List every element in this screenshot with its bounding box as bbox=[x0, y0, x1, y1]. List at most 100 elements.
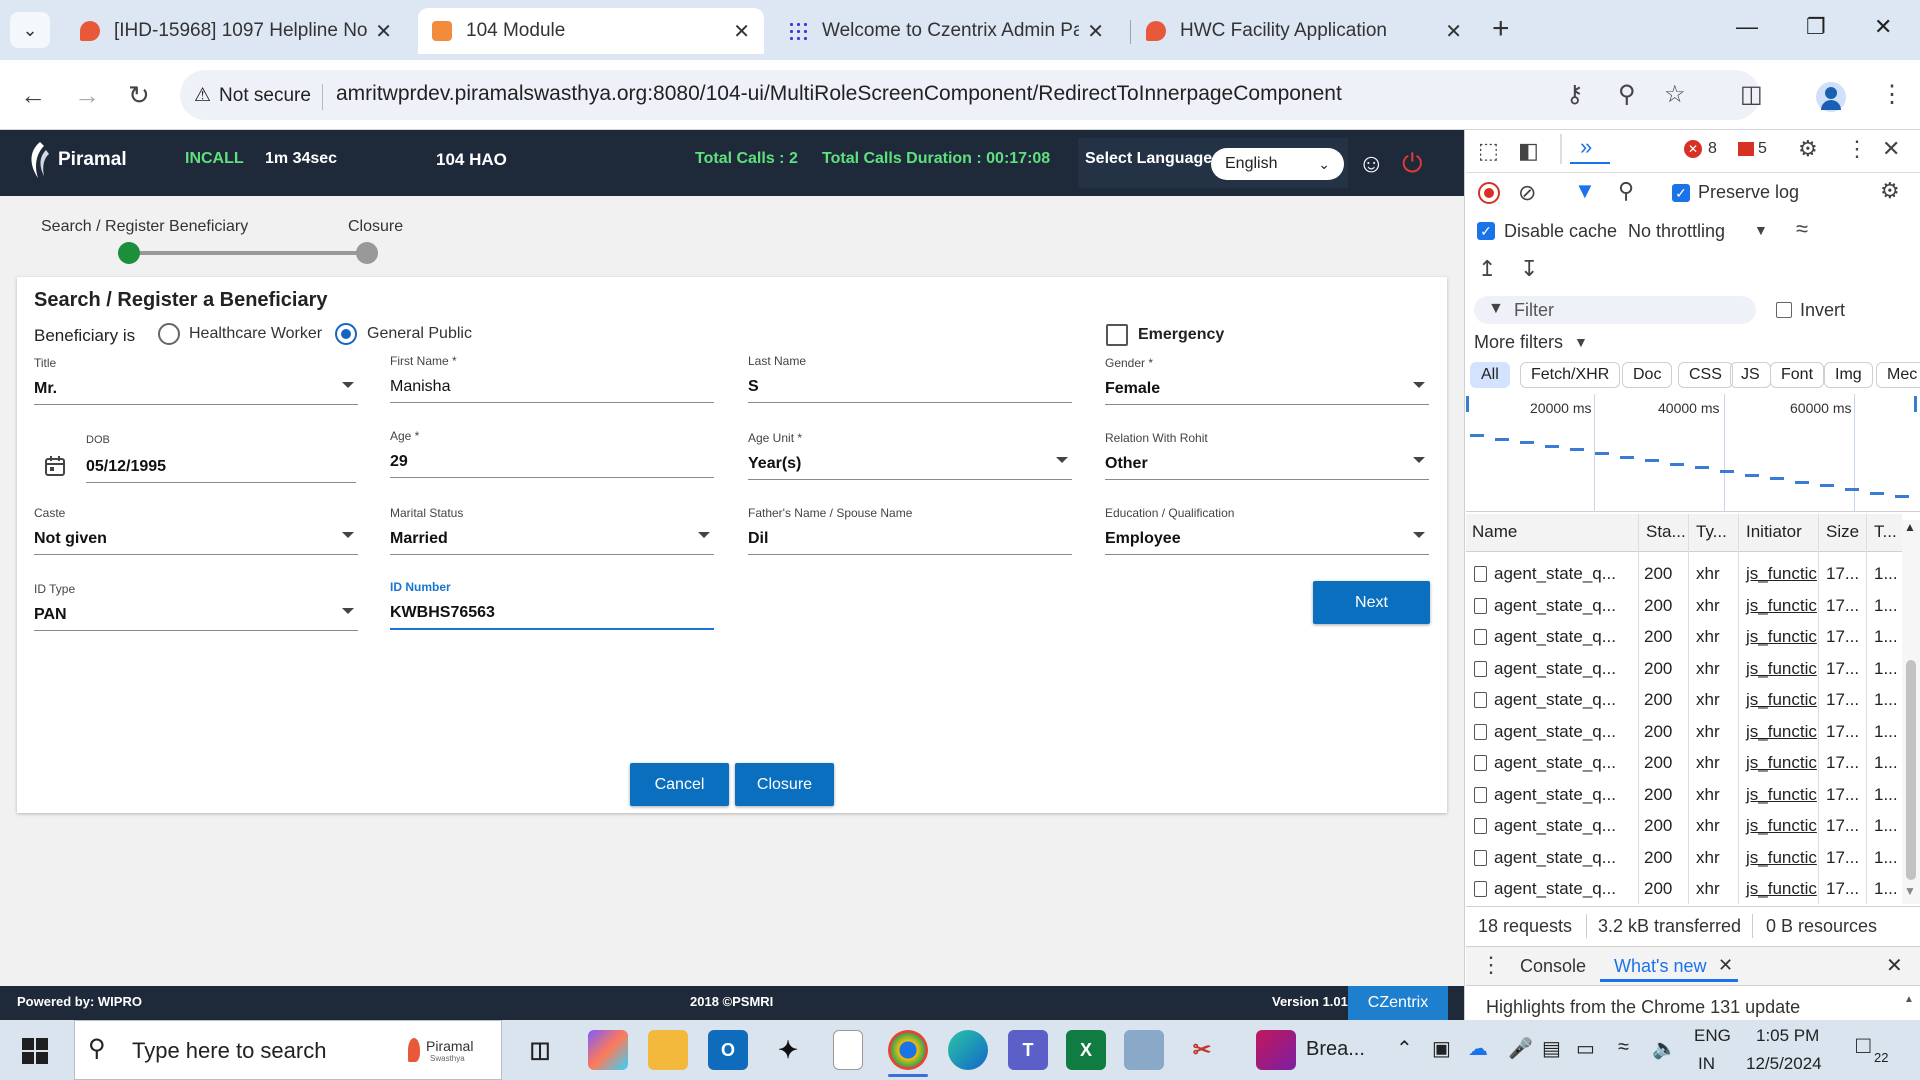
scroll-down-icon[interactable]: ▼ bbox=[1904, 884, 1916, 898]
disable-cache-checkbox[interactable]: ✓ bbox=[1477, 222, 1495, 240]
input-language-top[interactable]: ENG bbox=[1694, 1026, 1731, 1046]
battery-icon[interactable]: ▭ bbox=[1576, 1036, 1595, 1061]
timeline-left-handle[interactable] bbox=[1466, 396, 1469, 412]
devtools-menu-icon[interactable]: ⋮ bbox=[1846, 136, 1868, 162]
age-unit-select[interactable]: Age Unit * Year(s) bbox=[748, 431, 1072, 493]
network-settings-gear-icon[interactable]: ⚙ bbox=[1880, 178, 1900, 204]
radio-healthcare-worker[interactable] bbox=[158, 323, 180, 345]
settings-gear-icon[interactable]: ⚙ bbox=[1798, 136, 1818, 162]
notification-center-icon[interactable]: □ bbox=[1856, 1032, 1871, 1060]
network-request-row[interactable]: agent_state_q... 200 xhr js_functic 17... 1..… bbox=[1466, 590, 1902, 622]
dob-input[interactable]: DOB 05/12/1995 bbox=[86, 434, 356, 496]
column-status[interactable]: Sta... bbox=[1646, 522, 1686, 542]
more-panels-tab[interactable]: » bbox=[1570, 134, 1610, 164]
column-size[interactable]: Size bbox=[1826, 522, 1859, 542]
input-language-bottom[interactable]: IN bbox=[1698, 1054, 1715, 1074]
wifi-icon[interactable]: ≈ bbox=[1618, 1036, 1629, 1059]
security-indicator[interactable]: ⚠ Not secure bbox=[194, 84, 311, 107]
new-tab-plus-icon[interactable]: + bbox=[1492, 12, 1510, 46]
export-har-download-icon[interactable]: ↧ bbox=[1520, 256, 1538, 282]
profile-avatar-icon[interactable] bbox=[1816, 82, 1846, 112]
request-initiator[interactable]: js_functic bbox=[1746, 879, 1817, 899]
education-select[interactable]: Education / Qualification Employee bbox=[1105, 506, 1429, 568]
more-filters-button[interactable]: More filters bbox=[1474, 332, 1563, 353]
title-select[interactable]: Title Mr. bbox=[34, 356, 358, 418]
filter-chip-fetch-xhr[interactable]: Fetch/XHR bbox=[1520, 362, 1621, 388]
reload-icon[interactable]: ↻ bbox=[128, 80, 150, 111]
network-request-row[interactable]: agent_state_q... 200 xhr js_functic 17... 1..… bbox=[1466, 558, 1902, 590]
network-request-row[interactable]: agent_state_q... 200 xhr js_functic 17... 1..… bbox=[1466, 873, 1902, 905]
timeline-right-handle[interactable] bbox=[1914, 396, 1917, 412]
throttling-select[interactable]: No throttling bbox=[1628, 221, 1725, 242]
onedrive-cloud-icon[interactable]: ☁ bbox=[1468, 1036, 1488, 1061]
request-initiator[interactable]: js_functic bbox=[1746, 785, 1817, 805]
show-hidden-icons-chevron-icon[interactable]: ⌃ bbox=[1396, 1036, 1413, 1061]
tab-104-module[interactable]: 104 Module ✕ bbox=[418, 8, 764, 54]
drawer-scroll-up-icon[interactable]: ▲ bbox=[1904, 994, 1914, 1005]
minimize-icon[interactable]: — bbox=[1736, 14, 1758, 40]
network-request-row[interactable]: agent_state_q... 200 xhr js_functic 17... 1..… bbox=[1466, 747, 1902, 779]
forward-arrow-icon[interactable]: → bbox=[74, 80, 100, 111]
import-har-upload-icon[interactable]: ↥ bbox=[1478, 256, 1496, 282]
filter-chip-all[interactable]: All bbox=[1470, 362, 1510, 388]
filter-funnel-icon[interactable]: ▼ bbox=[1574, 178, 1596, 204]
emergency-checkbox[interactable] bbox=[1106, 324, 1128, 346]
calendar-icon[interactable] bbox=[44, 455, 66, 477]
request-initiator[interactable]: js_functic bbox=[1746, 659, 1817, 679]
throttling-caret-icon[interactable]: ▼ bbox=[1754, 222, 1768, 238]
step-dot-closure[interactable] bbox=[356, 242, 378, 264]
first-name-input[interactable]: First Name * Manisha bbox=[390, 354, 714, 416]
network-request-row[interactable]: agent_state_q... 200 xhr js_functic 17... 1..… bbox=[1466, 779, 1902, 811]
tab-czentrix[interactable]: Welcome to Czentrix Admin Par ✕ bbox=[774, 8, 1118, 54]
filter-chip-font[interactable]: Font bbox=[1770, 362, 1825, 388]
request-initiator[interactable]: js_functic bbox=[1746, 564, 1817, 584]
excel-icon[interactable]: X bbox=[1066, 1030, 1106, 1070]
filter-chip-doc[interactable]: Doc bbox=[1622, 362, 1673, 388]
issue-count[interactable]: 5 bbox=[1758, 140, 1767, 158]
more-filters-caret-icon[interactable]: ▼ bbox=[1574, 334, 1588, 350]
network-request-row[interactable]: agent_state_q... 200 xhr js_functic 17... 1..… bbox=[1466, 684, 1902, 716]
closure-button[interactable]: Closure bbox=[735, 763, 834, 806]
tab-search-chevron-icon[interactable]: ⌄ bbox=[10, 12, 50, 48]
tray-app-icon[interactable]: ▣ bbox=[1432, 1036, 1451, 1061]
extensions-puzzle-icon[interactable]: ◫ bbox=[1740, 80, 1763, 109]
back-arrow-icon[interactable]: ← bbox=[20, 80, 46, 111]
network-request-row[interactable]: agent_state_q... 200 xhr js_functic 17... 1..… bbox=[1466, 716, 1902, 748]
outlook-icon[interactable]: O bbox=[708, 1030, 748, 1070]
request-initiator[interactable]: js_functic bbox=[1746, 816, 1817, 836]
scroll-up-icon[interactable]: ▲ bbox=[1904, 520, 1916, 534]
filter-chip-js[interactable]: JS bbox=[1730, 362, 1771, 388]
running-app-icon[interactable] bbox=[1256, 1030, 1296, 1070]
clear-block-icon[interactable]: ⊘ bbox=[1518, 180, 1536, 206]
next-button[interactable]: Next bbox=[1313, 581, 1430, 624]
network-conditions-wifi-icon[interactable]: ≈ bbox=[1796, 216, 1808, 242]
marital-status-select[interactable]: Marital Status Married bbox=[390, 506, 714, 568]
drawer-menu-icon[interactable]: ⋮ bbox=[1480, 952, 1502, 978]
close-icon[interactable]: ✕ bbox=[733, 19, 750, 44]
copilot-icon[interactable] bbox=[588, 1030, 628, 1070]
preserve-log-checkbox[interactable]: ✓ bbox=[1672, 184, 1690, 202]
network-request-row[interactable]: agent_state_q... 200 xhr js_functic 17... 1..… bbox=[1466, 842, 1902, 874]
drawer-tab-console[interactable]: Console bbox=[1520, 956, 1586, 977]
last-name-input[interactable]: Last Name S bbox=[748, 354, 1072, 416]
age-input[interactable]: Age * 29 bbox=[390, 429, 714, 491]
teams-icon[interactable]: T bbox=[1008, 1030, 1048, 1070]
close-icon[interactable]: ✕ bbox=[1087, 19, 1104, 44]
chrome-icon[interactable] bbox=[888, 1030, 928, 1070]
tab-hwc-facility[interactable]: HWC Facility Application ✕ bbox=[1132, 8, 1476, 54]
search-icon[interactable]: ⚲ bbox=[1618, 178, 1634, 204]
microphone-icon[interactable]: 🎤 bbox=[1508, 1036, 1533, 1061]
zoom-icon[interactable]: ⚲ bbox=[1618, 80, 1636, 109]
network-request-row[interactable]: agent_state_q... 200 xhr js_functic 17... 1..… bbox=[1466, 653, 1902, 685]
tab-jira[interactable]: [IHD-15968] 1097 Helpline No c ✕ bbox=[66, 8, 406, 54]
filter-chip-img[interactable]: Img bbox=[1824, 362, 1873, 388]
drawer-tab-whats-new[interactable]: What's new bbox=[1614, 956, 1706, 977]
cancel-button[interactable]: Cancel bbox=[630, 763, 729, 806]
file-explorer-folder-icon[interactable] bbox=[648, 1030, 688, 1070]
device-toolbar-icon[interactable]: ◧ bbox=[1518, 138, 1539, 164]
filter-chip-css[interactable]: CSS bbox=[1678, 362, 1733, 388]
column-type[interactable]: Ty... bbox=[1696, 522, 1727, 542]
request-initiator[interactable]: js_functic bbox=[1746, 753, 1817, 773]
edge-icon[interactable] bbox=[948, 1030, 988, 1070]
request-initiator[interactable]: js_functic bbox=[1746, 627, 1817, 647]
